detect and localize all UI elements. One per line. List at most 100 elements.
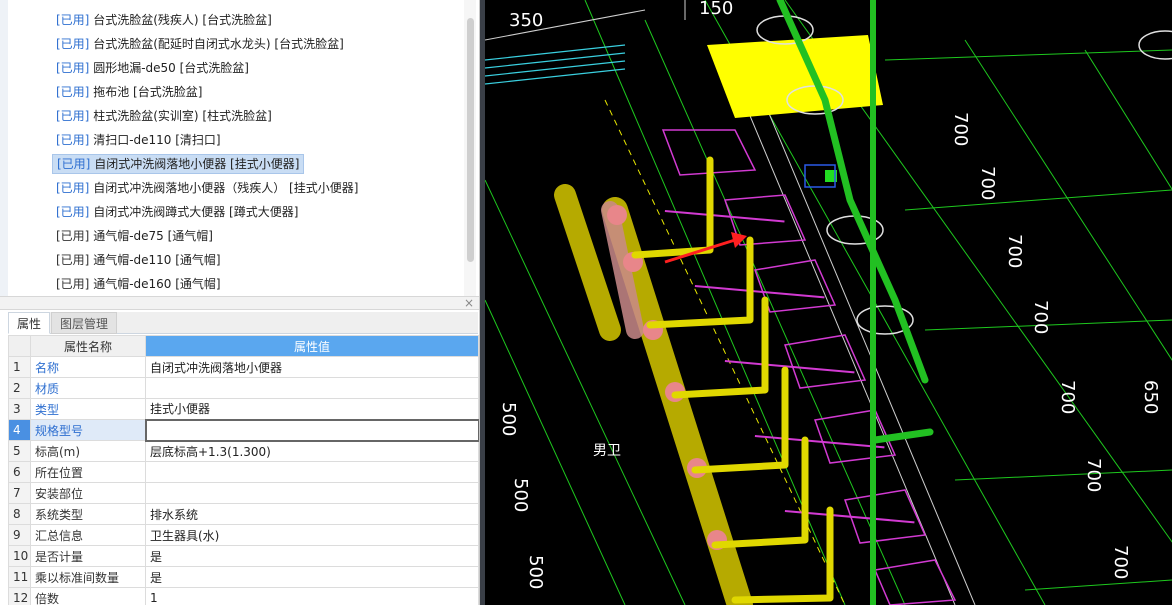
property-name: 汇总信息	[30, 524, 146, 546]
property-name: 安装部位	[30, 482, 146, 504]
property-value-field[interactable]	[145, 482, 479, 504]
property-row[interactable]: 5 标高(m) 层底标高+1.3(1.300)	[8, 440, 479, 462]
dim-label: 700	[1083, 458, 1104, 492]
property-name: 乘以标准间数量	[30, 566, 146, 588]
left-gutter	[0, 0, 8, 300]
row-index: 9	[8, 524, 31, 546]
used-tag: [已用]	[56, 37, 90, 51]
property-value-field[interactable]	[145, 461, 479, 483]
property-value-field[interactable]	[145, 377, 479, 399]
property-value-field[interactable]: 排水系统	[145, 503, 479, 525]
row-index: 7	[8, 482, 31, 504]
panel-splitter[interactable]: ×	[0, 296, 479, 310]
list-item-label: 台式洗脸盆(残疾人) [台式洗脸盆]	[93, 13, 272, 27]
used-tag: [已用]	[56, 133, 90, 147]
panel-tabs: 属性 图层管理	[8, 312, 478, 334]
component-list[interactable]: [已用] 台式洗脸盆(残疾人) [台式洗脸盆] [已用] 台式洗脸盆(配延时自闭式…	[8, 0, 478, 296]
property-name: 材质	[30, 377, 146, 399]
list-item[interactable]: [已用] 自闭式冲洗阀落地小便器 [挂式小便器]	[52, 154, 305, 174]
list-scrollbar-thumb[interactable]	[467, 18, 474, 262]
property-row[interactable]: 3 类型 挂式小便器	[8, 398, 479, 420]
dim-label: 700	[1030, 300, 1051, 334]
row-index: 6	[8, 461, 31, 483]
property-row[interactable]: 10 是否计量是	[8, 545, 479, 567]
list-item-label: 通气帽-de75 [通气帽]	[93, 229, 213, 243]
list-item-label: 通气帽-de110 [通气帽]	[93, 253, 221, 267]
dim-label: 700	[1110, 545, 1131, 579]
list-item[interactable]: [已用] 通气帽-de75 [通气帽]	[52, 226, 217, 246]
property-row[interactable]: 11 乘以标准间数量是	[8, 566, 479, 588]
property-value-field[interactable]: 卫生器具(水)	[145, 524, 479, 546]
room-label: 男卫	[593, 443, 621, 459]
property-row[interactable]: 8 系统类型 排水系统	[8, 503, 479, 525]
tab-properties[interactable]: 属性	[8, 312, 51, 334]
left-panel: [已用] 台式洗脸盆(残疾人) [台式洗脸盆] [已用] 台式洗脸盆(配延时自闭式…	[0, 0, 480, 605]
dim-label: 700	[1057, 380, 1078, 414]
dim-label: 700	[1004, 234, 1025, 268]
used-tag: [已用]	[56, 109, 90, 123]
used-tag: [已用]	[56, 61, 90, 75]
property-name: 标高(m)	[30, 440, 146, 462]
dim-label: 650	[1140, 380, 1161, 414]
property-row[interactable]: 7 安装部位	[8, 482, 479, 504]
list-item[interactable]: [已用] 自闭式冲洗阀蹲式大便器 [蹲式大便器]	[52, 202, 302, 222]
property-table: 属性名称 属性值 1 名称 自闭式冲洗阀落地小便器 2 材质 3 类型 挂式小便器 4 规格型号 5…	[8, 335, 479, 605]
property-row[interactable]: 6 所在位置	[8, 461, 479, 483]
cad-3d-viewport[interactable]: 350 150 700 700 700 700 700 700 700 500 …	[485, 0, 1172, 605]
header-property-value: 属性值	[145, 335, 479, 357]
property-row[interactable]: 9 汇总信息 卫生器具(水)	[8, 524, 479, 546]
list-item-label: 自闭式冲洗阀蹲式大便器 [蹲式大便器]	[93, 205, 299, 219]
dim-label: 500	[498, 402, 519, 436]
used-tag: [已用]	[56, 205, 90, 219]
row-index: 3	[8, 398, 31, 420]
property-value-field[interactable]: 自闭式冲洗阀落地小便器	[145, 356, 479, 378]
list-item-label: 清扫口-de110 [清扫口]	[93, 133, 221, 147]
row-index: 5	[8, 440, 31, 462]
tab-layer-management[interactable]: 图层管理	[51, 312, 118, 334]
row-index: 12	[8, 587, 31, 605]
dim-label: 350	[509, 10, 543, 31]
property-name: 是否计量	[30, 545, 146, 567]
property-value-field[interactable]: 层底标高+1.3(1.300)	[145, 440, 479, 462]
property-value-field[interactable]: 是	[145, 545, 479, 567]
property-row[interactable]: 12 倍数 1	[8, 587, 479, 605]
header-property-name: 属性名称	[30, 335, 146, 357]
list-item[interactable]: [已用] 柱式洗脸盆(实训室) [柱式洗脸盆]	[52, 106, 276, 126]
row-index: 11	[8, 566, 31, 588]
dim-label: 500	[525, 555, 546, 589]
header-index	[8, 335, 31, 357]
property-value-field[interactable]: 是	[145, 566, 479, 588]
property-name: 规格型号	[30, 419, 146, 441]
list-item[interactable]: [已用] 清扫口-de110 [清扫口]	[52, 130, 225, 150]
used-tag: [已用]	[56, 277, 90, 291]
close-icon[interactable]: ×	[464, 297, 474, 310]
property-value-field[interactable]: 挂式小便器	[145, 398, 479, 420]
list-item-label: 拖布池 [台式洗脸盆]	[93, 85, 203, 99]
row-index: 1	[8, 356, 31, 378]
property-row[interactable]: 2 材质	[8, 377, 479, 399]
dim-label: 700	[977, 166, 998, 200]
list-item[interactable]: [已用] 拖布池 [台式洗脸盆]	[52, 82, 206, 102]
property-name: 名称	[30, 356, 146, 378]
row-index: 8	[8, 503, 31, 525]
property-name: 所在位置	[30, 461, 146, 483]
list-item[interactable]: [已用] 圆形地漏-de50 [台式洗脸盆]	[52, 58, 253, 78]
property-row[interactable]: 1 名称 自闭式冲洗阀落地小便器	[8, 356, 479, 378]
property-value-field[interactable]: 1	[145, 587, 479, 605]
list-item-label: 台式洗脸盆(配延时自闭式水龙头) [台式洗脸盆]	[93, 37, 344, 51]
used-tag: [已用]	[56, 13, 90, 27]
property-value-field[interactable]	[144, 418, 479, 442]
used-tag: [已用]	[56, 181, 90, 195]
used-tag: [已用]	[56, 85, 90, 99]
property-name: 倍数	[30, 587, 146, 605]
list-item[interactable]: [已用] 通气帽-de110 [通气帽]	[52, 250, 225, 270]
dim-label: 500	[510, 478, 531, 512]
list-item[interactable]: [已用] 台式洗脸盆(配延时自闭式水龙头) [台式洗脸盆]	[52, 34, 348, 54]
used-tag: [已用]	[56, 253, 90, 267]
row-index: 10	[8, 545, 31, 567]
list-item[interactable]: [已用] 台式洗脸盆(残疾人) [台式洗脸盆]	[52, 10, 276, 30]
property-row[interactable]: 4 规格型号	[8, 418, 479, 442]
list-item[interactable]: [已用] 自闭式冲洗阀落地小便器（残疾人） [挂式小便器]	[52, 178, 362, 198]
list-item-label: 圆形地漏-de50 [台式洗脸盆]	[93, 61, 249, 75]
list-item[interactable]: [已用] 通气帽-de160 [通气帽]	[52, 274, 225, 294]
